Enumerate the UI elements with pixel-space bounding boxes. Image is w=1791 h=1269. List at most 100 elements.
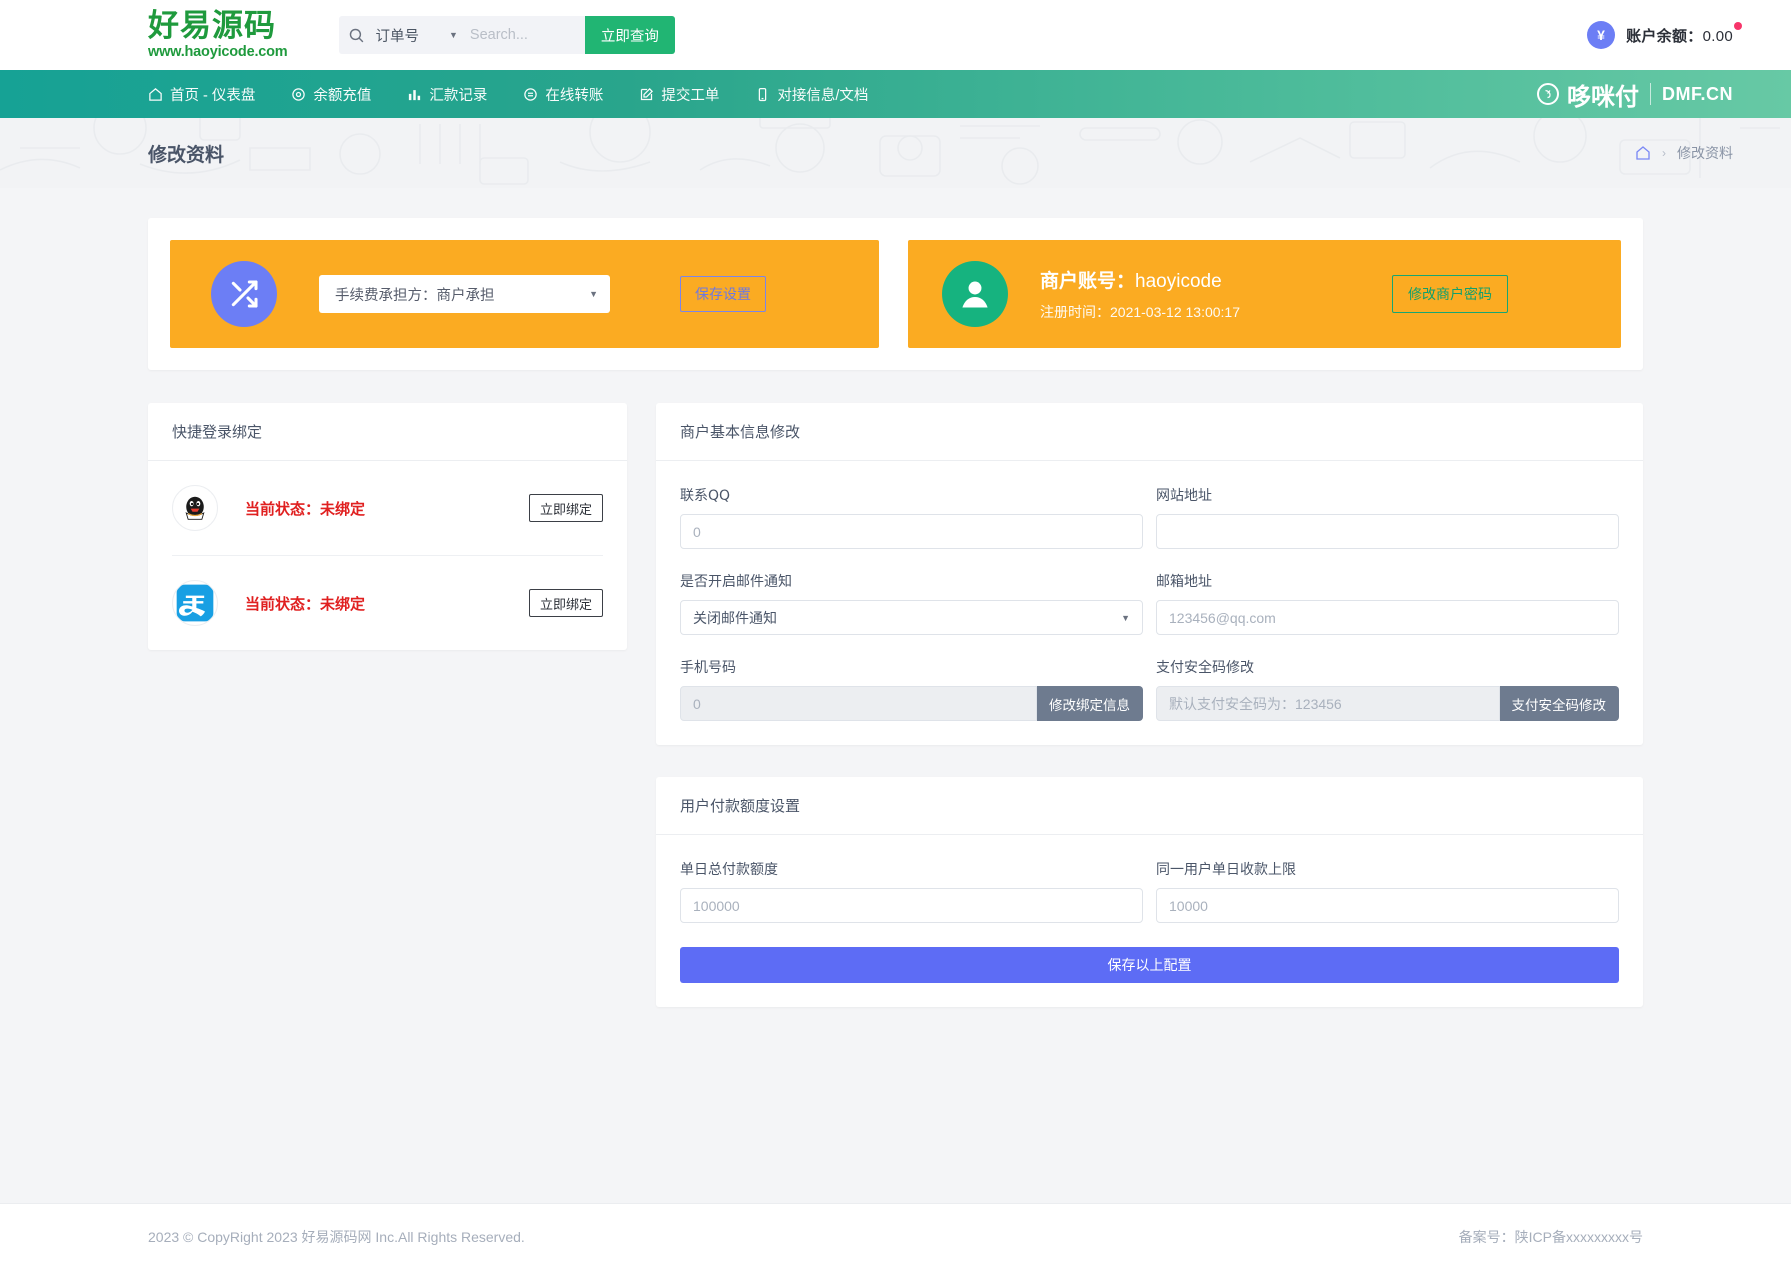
merchant-info-fields: 联系QQ 网站地址 是否开启邮件通知 关闭邮件通知 (680, 485, 1619, 721)
breadcrumb-current: 修改资料 (1677, 143, 1733, 163)
platform-logo: 哆咪付 DMF.CN (1537, 77, 1733, 112)
nav-item-ticket[interactable]: 提交工单 (639, 84, 719, 105)
account-balance[interactable]: ¥ 账户余额：0.00 (1587, 21, 1733, 49)
security-code-input-group: 支付安全码修改 (1156, 686, 1619, 721)
quota-fields: 单日总付款额度 同一用户单日收款上限 (680, 859, 1619, 923)
website-label: 网站地址 (1156, 485, 1619, 505)
logo-divider (1650, 83, 1651, 105)
change-security-code-button[interactable]: 支付安全码修改 (1500, 686, 1620, 721)
breadcrumb-separator: › (1662, 146, 1666, 160)
merchant-info-card: 商户基本信息修改 联系QQ 网站地址 (656, 403, 1643, 745)
doc-icon (755, 87, 770, 102)
register-time-value: 2021-03-12 13:00:17 (1110, 304, 1240, 320)
bind-status-text: 当前状态：未绑定 (245, 593, 365, 614)
main-content: 手续费承担方：商户承担 ▼ 保存设置 商户账号：haoyicode 注册时间：2… (0, 188, 1791, 1203)
nav-items: 首页 - 仪表盘 余额充值 汇款记录 在线转账 (148, 84, 868, 105)
shuffle-icon (211, 261, 277, 327)
chevron-down-icon: ▼ (449, 30, 458, 40)
daily-total-input[interactable] (680, 888, 1143, 923)
chevron-down-icon: ▼ (1121, 613, 1130, 623)
daily-total-label: 单日总付款额度 (680, 859, 1143, 879)
change-password-button[interactable]: 修改商户密码 (1392, 275, 1508, 313)
per-user-input[interactable] (1156, 888, 1619, 923)
fee-settings-panel: 手续费承担方：商户承担 ▼ 保存设置 (170, 240, 879, 348)
right-column: 商户基本信息修改 联系QQ 网站地址 (656, 403, 1643, 1007)
nav-item-label: 余额充值 (313, 84, 371, 105)
icp-text: 备案号：陕ICP备xxxxxxxxx号 (1459, 1227, 1643, 1247)
coin-icon (291, 87, 306, 102)
save-config-button[interactable]: 保存以上配置 (680, 947, 1619, 983)
mail-notify-value: 关闭邮件通知 (693, 608, 777, 628)
brand-logo[interactable]: 好易源码 www.haoyicode.com (148, 11, 287, 60)
merchant-account-info: 商户账号：haoyicode 注册时间：2021-03-12 13:00:17 (1040, 266, 1240, 322)
fee-bearer-select[interactable]: 手续费承担方：商户承担 ▼ (319, 275, 610, 313)
field-per-user-limit: 同一用户单日收款上限 (1156, 859, 1619, 923)
merchant-account-label: 商户账号： (1040, 271, 1135, 292)
save-settings-button[interactable]: 保存设置 (680, 276, 766, 312)
list-item: 当前状态：未绑定 立即绑定 (172, 555, 603, 650)
nav-item-label: 汇款记录 (429, 84, 487, 105)
field-qq: 联系QQ (680, 485, 1143, 549)
nav-item-label: 首页 - 仪表盘 (170, 84, 255, 105)
page-footer: 2023 © CopyRight 2023 好易源码网 Inc.All Righ… (0, 1203, 1791, 1269)
email-label: 邮箱地址 (1156, 571, 1619, 591)
phone-input[interactable] (680, 686, 1037, 721)
left-column: 快捷登录绑定 (148, 403, 627, 650)
nav-item-label: 提交工单 (661, 84, 719, 105)
register-time-line: 注册时间：2021-03-12 13:00:17 (1040, 302, 1240, 322)
content-columns: 快捷登录绑定 (148, 403, 1643, 1045)
brand-name-cn: 好易源码 (148, 11, 287, 42)
qq-input[interactable] (680, 514, 1143, 549)
quick-login-title: 快捷登录绑定 (148, 403, 627, 461)
nav-item-recharge[interactable]: 余额充值 (291, 84, 371, 105)
mail-notify-label: 是否开启邮件通知 (680, 571, 1143, 591)
summary-panels-card: 手续费承担方：商户承担 ▼ 保存设置 商户账号：haoyicode 注册时间：2… (148, 218, 1643, 370)
nav-item-docs[interactable]: 对接信息/文档 (755, 84, 868, 105)
page-header: 修改资料 › 修改资料 (0, 118, 1791, 188)
nav-item-label: 对接信息/文档 (777, 84, 868, 105)
balance-amount: 0.00 (1703, 28, 1733, 45)
merchant-account-panel: 商户账号：haoyicode 注册时间：2021-03-12 13:00:17 … (908, 240, 1621, 348)
fee-bearer-value: 手续费承担方：商户承担 (335, 284, 495, 305)
balance-label: 账户余额：0.00 (1626, 25, 1733, 46)
nav-item-transfer[interactable]: 在线转账 (523, 84, 603, 105)
quick-login-card: 快捷登录绑定 (148, 403, 627, 650)
platform-domain: DMF.CN (1662, 84, 1733, 105)
user-avatar-icon (942, 261, 1008, 327)
bind-now-button[interactable]: 立即绑定 (529, 494, 603, 522)
field-daily-total: 单日总付款额度 (680, 859, 1143, 923)
nav-item-dashboard[interactable]: 首页 - 仪表盘 (148, 84, 255, 105)
search-submit-button[interactable]: 立即查询 (585, 16, 675, 54)
bar-chart-icon (407, 87, 422, 102)
app-root: 好易源码 www.haoyicode.com 订单号 ▼ 立即查询 ¥ 账户余额… (0, 0, 1791, 1269)
field-phone: 手机号码 修改绑定信息 (680, 657, 1143, 721)
notification-dot-icon (1734, 22, 1742, 30)
quota-card: 用户付款额度设置 单日总付款额度 同一用户单日收款上限 (656, 777, 1643, 1007)
search-icon (339, 27, 373, 44)
nav-item-remittance[interactable]: 汇款记录 (407, 84, 487, 105)
edit-binding-button[interactable]: 修改绑定信息 (1037, 686, 1143, 721)
email-input[interactable] (1156, 600, 1619, 635)
website-input[interactable] (1156, 514, 1619, 549)
field-email: 邮箱地址 (1156, 571, 1619, 635)
per-user-label: 同一用户单日收款上限 (1156, 859, 1619, 879)
balance-label-text: 账户余额： (1626, 28, 1703, 45)
chevron-down-icon: ▼ (589, 289, 598, 299)
search-bar: 订单号 ▼ 立即查询 (339, 16, 674, 54)
security-code-input[interactable] (1156, 686, 1500, 721)
search-category-select[interactable]: 订单号 ▼ (373, 16, 469, 54)
edit-icon (639, 87, 654, 102)
home-icon[interactable] (1635, 145, 1651, 161)
register-time-label: 注册时间： (1040, 304, 1110, 320)
merchant-info-body: 联系QQ 网站地址 是否开启邮件通知 关闭邮件通知 (656, 461, 1643, 745)
bind-now-button[interactable]: 立即绑定 (529, 589, 603, 617)
mail-notify-select[interactable]: 关闭邮件通知 ▼ (680, 600, 1143, 635)
list-item: 当前状态：未绑定 立即绑定 (172, 461, 603, 555)
quota-title: 用户付款额度设置 (656, 777, 1643, 835)
merchant-account-line: 商户账号：haoyicode (1040, 266, 1240, 293)
qq-icon (172, 485, 218, 531)
platform-name-cn: 哆咪付 (1567, 77, 1639, 112)
alipay-icon (172, 580, 218, 626)
search-input[interactable] (470, 16, 585, 54)
field-website: 网站地址 (1156, 485, 1619, 549)
